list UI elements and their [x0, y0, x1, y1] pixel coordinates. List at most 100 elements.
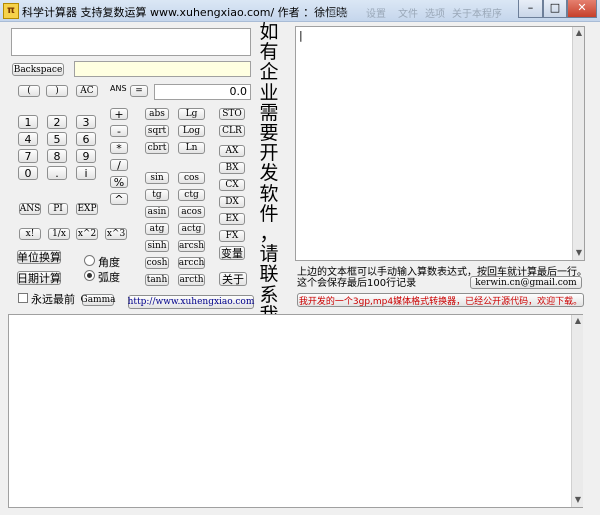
- operator-button-3[interactable]: /: [110, 159, 128, 172]
- faint-menu-help: 帮助: [328, 9, 348, 20]
- const-ans-button[interactable]: ANS: [19, 203, 41, 215]
- angle-radian-radio[interactable]: [84, 270, 95, 281]
- operator-button-0[interactable]: +: [110, 108, 128, 121]
- angle-degree-radio[interactable]: [84, 255, 95, 266]
- date-calc-button[interactable]: 日期计算: [17, 271, 61, 285]
- faint-menu-options: 选项: [425, 9, 445, 20]
- output-scroll-up-icon[interactable]: ▲: [572, 316, 584, 326]
- digit-button-9[interactable]: 0: [18, 166, 38, 180]
- maximize-button[interactable]: □: [543, 0, 567, 18]
- reciprocal-button[interactable]: 1/x: [48, 228, 70, 240]
- function-button-ctg[interactable]: ctg: [178, 189, 205, 201]
- digit-button-11[interactable]: i: [76, 166, 96, 180]
- history-editor[interactable]: | ▲ ▼: [295, 26, 585, 261]
- function-button-arcsh[interactable]: arcsh: [178, 240, 205, 252]
- vertical-ad-char: 系: [259, 283, 279, 306]
- change-variable-button[interactable]: 变量: [219, 246, 245, 260]
- ans-display: 0.0: [154, 84, 251, 100]
- angle-degree-label: 角度: [98, 256, 120, 269]
- gamma-button[interactable]: Gamma: [81, 294, 116, 306]
- memory-button-CLR[interactable]: CLR: [219, 125, 245, 137]
- unit-convert-button[interactable]: 单位换算: [17, 250, 61, 264]
- function-button-Log[interactable]: Log: [178, 125, 205, 137]
- function-button-asin[interactable]: asin: [145, 206, 169, 218]
- factorial-button[interactable]: x!: [19, 228, 41, 240]
- vertical-ad-char: 件: [259, 202, 279, 225]
- operator-button-2[interactable]: *: [110, 142, 128, 155]
- minimize-button[interactable]: –: [518, 0, 543, 18]
- vertical-ad-char: 有: [259, 41, 279, 64]
- function-button-Lg[interactable]: Lg: [178, 108, 205, 120]
- editor-scrollbar[interactable]: ▲ ▼: [572, 27, 584, 260]
- url-button[interactable]: http://www.xuhengxiao.com: [128, 295, 254, 309]
- memory-button-DX[interactable]: DX: [219, 196, 245, 208]
- memory-button-BX[interactable]: BX: [219, 162, 245, 174]
- vertical-ad-char: ，: [259, 223, 279, 246]
- function-button-arcch[interactable]: arcch: [178, 257, 205, 269]
- operator-button-4[interactable]: %: [110, 176, 128, 189]
- memory-button-EX[interactable]: EX: [219, 213, 245, 225]
- operator-button-1[interactable]: -: [110, 125, 128, 138]
- expression-input[interactable]: [11, 28, 251, 56]
- faint-menu-settings: 设置: [366, 9, 386, 20]
- equals-button[interactable]: =: [130, 85, 148, 97]
- always-on-top-checkbox[interactable]: [18, 293, 28, 303]
- scroll-up-icon[interactable]: ▲: [573, 28, 585, 38]
- function-button-cbrt[interactable]: cbrt: [145, 142, 169, 154]
- function-button-sinh[interactable]: sinh: [145, 240, 169, 252]
- function-button-tanh[interactable]: tanh: [145, 274, 169, 286]
- function-button-acos[interactable]: acos: [178, 206, 205, 218]
- function-button-atg[interactable]: atg: [145, 223, 169, 235]
- function-button-arcth[interactable]: arcth: [178, 274, 205, 286]
- close-button[interactable]: ✕: [567, 0, 597, 18]
- output-scroll-down-icon[interactable]: ▼: [572, 495, 584, 505]
- lparen-button[interactable]: (: [18, 85, 40, 97]
- vertical-ad-char: 请: [259, 243, 279, 266]
- function-button-sin[interactable]: sin: [145, 172, 169, 184]
- scroll-down-icon[interactable]: ▼: [573, 248, 585, 258]
- faint-menu-about: 关于本程序: [452, 9, 502, 20]
- memory-button-STO[interactable]: STO: [219, 108, 245, 120]
- function-button-cos[interactable]: cos: [178, 172, 205, 184]
- square-button[interactable]: x^2: [76, 228, 98, 240]
- digit-button-7[interactable]: 8: [47, 149, 67, 163]
- digit-button-8[interactable]: 9: [76, 149, 96, 163]
- memory-button-AX[interactable]: AX: [219, 145, 245, 157]
- app-icon: π: [3, 3, 19, 19]
- ac-button[interactable]: AC: [76, 85, 98, 97]
- promo-button[interactable]: 我开发的一个3gp,mp4媒体格式转换器，已经公开源代码，欢迎下载。: [297, 293, 584, 307]
- vertical-ad-char: 发: [259, 162, 279, 185]
- digit-button-6[interactable]: 7: [18, 149, 38, 163]
- digit-button-4[interactable]: 5: [47, 132, 67, 146]
- vertical-ad-char: 业: [259, 81, 279, 104]
- digit-button-1[interactable]: 2: [47, 115, 67, 129]
- vertical-ad-char: 联: [259, 263, 279, 286]
- angle-radian-label: 弧度: [98, 271, 120, 284]
- result-field: [74, 61, 251, 77]
- operator-button-5[interactable]: ^: [110, 193, 128, 206]
- digit-button-3[interactable]: 4: [18, 132, 38, 146]
- rparen-button[interactable]: ): [46, 85, 68, 97]
- cube-button[interactable]: x^3: [105, 228, 127, 240]
- backspace-button[interactable]: Backspace: [12, 63, 64, 76]
- digit-button-5[interactable]: 6: [76, 132, 96, 146]
- function-button-cosh[interactable]: cosh: [145, 257, 169, 269]
- vertical-ad-char: 需: [259, 101, 279, 124]
- memory-button-CX[interactable]: CX: [219, 179, 245, 191]
- output-area[interactable]: ▲ ▼: [8, 314, 583, 508]
- digit-button-2[interactable]: 3: [76, 115, 96, 129]
- vertical-ad-char: 如: [259, 21, 279, 43]
- about-button[interactable]: 关于: [219, 272, 247, 286]
- function-button-actg[interactable]: actg: [178, 223, 205, 235]
- email-button[interactable]: kerwin.cn@gmail.com: [470, 276, 582, 289]
- digit-button-0[interactable]: 1: [18, 115, 38, 129]
- function-button-Ln[interactable]: Ln: [178, 142, 205, 154]
- output-scrollbar[interactable]: ▲ ▼: [571, 315, 583, 507]
- function-button-sqrt[interactable]: sqrt: [145, 125, 169, 137]
- const-pi-button[interactable]: PI: [48, 203, 68, 215]
- function-button-abs[interactable]: abs: [145, 108, 169, 120]
- function-button-tg[interactable]: tg: [145, 189, 169, 201]
- digit-button-10[interactable]: .: [47, 166, 67, 180]
- memory-button-FX[interactable]: FX: [219, 230, 245, 242]
- const-exp-button[interactable]: EXP: [76, 203, 98, 215]
